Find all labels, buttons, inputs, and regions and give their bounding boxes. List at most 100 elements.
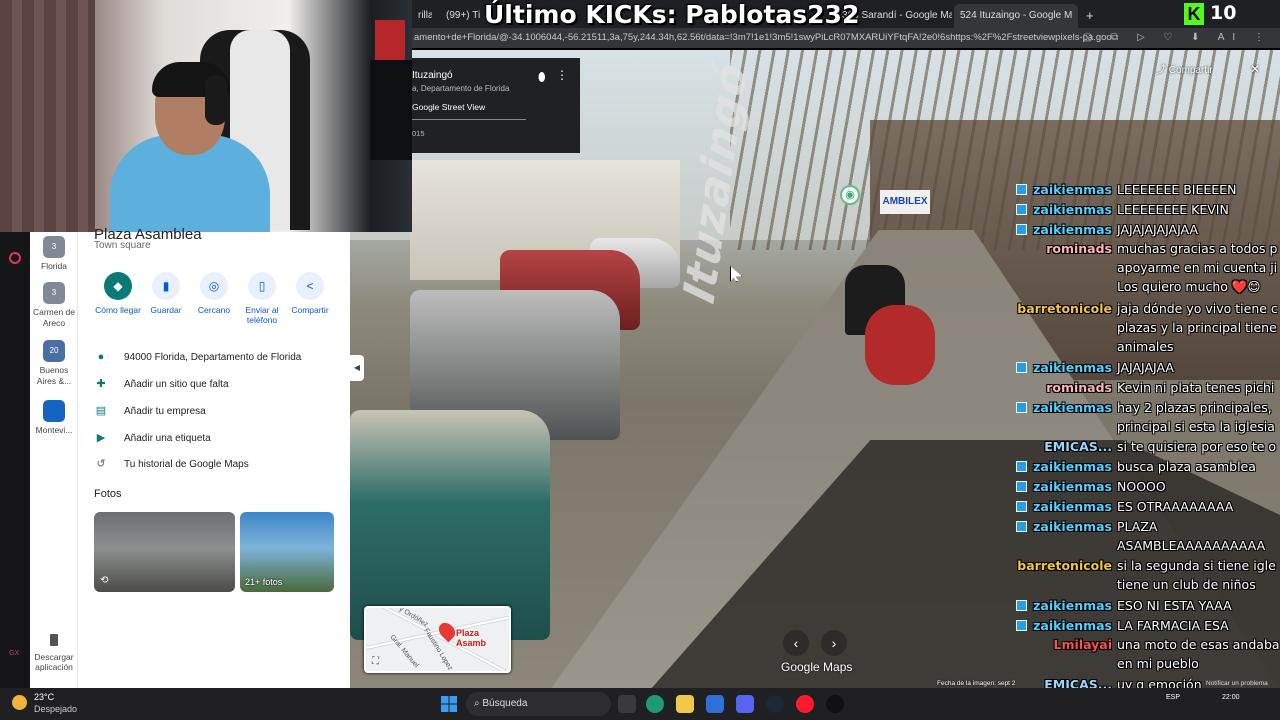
chat-username[interactable]: rominads	[1046, 239, 1112, 258]
recent-place[interactable]: 3 Florida	[30, 236, 78, 272]
store-sign: AMBILEX	[880, 190, 930, 214]
tab-label: (99+) Ti	[446, 10, 481, 21]
more-photos-thumbnail[interactable]: 21+ fotos	[240, 512, 334, 592]
recent-thumb: 3	[43, 236, 65, 258]
recent-place[interactable]: 3 Carmen de Areco	[30, 282, 78, 329]
kick-logo-icon: K	[1184, 3, 1204, 25]
chat-username[interactable]: zaikienmas	[1033, 517, 1112, 536]
collapse-panel-button[interactable]: ◀	[350, 355, 364, 381]
place-type: Town square	[94, 240, 151, 251]
chat-username[interactable]: barretonicole	[1017, 299, 1112, 318]
download-app-button[interactable]: Descargar aplicación	[30, 634, 78, 672]
row-text: Tu historial de Google Maps	[124, 459, 249, 470]
poster	[375, 20, 405, 60]
file-explorer-icon[interactable]	[676, 695, 694, 713]
steam-icon[interactable]	[766, 695, 784, 713]
place-marker-icon[interactable]: ◉	[840, 185, 860, 205]
recent-thumb: 20	[43, 340, 65, 362]
chat-username[interactable]: zaikienmas	[1033, 398, 1112, 417]
chat-username[interactable]: rominads	[1046, 378, 1112, 397]
discord-icon[interactable]	[736, 695, 754, 713]
chat-username[interactable]: zaikienmas	[1033, 358, 1112, 377]
share-button[interactable]: ⤴ Compartir	[1156, 62, 1213, 80]
recent-thumb	[43, 400, 65, 422]
language-indicator[interactable]: ESP	[1166, 693, 1180, 703]
close-icon[interactable]: ✕	[1250, 62, 1260, 76]
add-label-row[interactable]: ▶ Añadir una etiqueta	[94, 429, 344, 447]
chat-username[interactable]: zaikienmas	[1033, 596, 1112, 615]
address-row[interactable]: ● 94000 Florida, Departamento de Florida	[94, 348, 344, 366]
pin-icon[interactable]: ⬮	[538, 70, 546, 85]
chat-username[interactable]: zaikienmas	[1033, 180, 1112, 199]
chat-badge-icon	[1016, 481, 1027, 492]
opera-gx-icon[interactable]	[796, 695, 814, 713]
recent-place[interactable]: Montevi...	[30, 400, 78, 436]
chat-badge-icon	[1016, 184, 1027, 195]
headset	[205, 75, 227, 125]
chat-username[interactable]: zaikienmas	[1033, 477, 1112, 496]
capture-date: 015	[412, 129, 425, 138]
expand-icon[interactable]: ⛶	[372, 656, 379, 667]
chat-username[interactable]: barretonicole	[1017, 556, 1112, 575]
windows-start-icon[interactable]	[441, 696, 457, 712]
edge-browser-icon[interactable]	[646, 695, 664, 713]
download-label: Descargar aplicación	[34, 652, 74, 672]
chat-text: busca plaza asamblea	[1117, 459, 1256, 475]
weather-moon-icon[interactable]	[12, 695, 27, 710]
browser-tab-active[interactable]: 524 Ituzaingo - Google M	[954, 4, 1078, 28]
saved-icon[interactable]	[9, 252, 21, 264]
chat-username[interactable]: Lmilayai	[1054, 635, 1112, 654]
add-business-row[interactable]: ▤ Añadir tu empresa	[94, 402, 344, 420]
divider	[412, 119, 526, 120]
photos-count: 21+ fotos	[245, 577, 283, 587]
photo-thumbnail[interactable]: ⟲	[94, 512, 235, 592]
temperature[interactable]: 23°C	[34, 692, 54, 702]
tab-label: 524 Ituzaingo - Google M	[960, 10, 1073, 21]
gx-icon[interactable]: GX	[9, 650, 19, 657]
place-details-panel: Plaza Asamblea Town square ◆ Cómo llegar…	[78, 226, 350, 688]
chat-username[interactable]: zaikienmas	[1033, 497, 1112, 516]
ai-button[interactable]: AI	[1218, 32, 1243, 43]
stream-title: Último KICKs: Pablotas232	[484, 0, 860, 29]
nearby-icon: ◎	[200, 272, 228, 300]
chat-badge-icon	[1016, 203, 1027, 215]
toolbar-icons[interactable]: ▢ ⧉ ▷ ♡ ⬇ AI ⋮	[1083, 28, 1272, 48]
previous-arrow-icon[interactable]: ‹	[783, 630, 809, 656]
store-icon[interactable]	[706, 695, 724, 713]
add-missing-place-row[interactable]: ✚ Añadir un sitio que falta	[94, 375, 344, 393]
next-arrow-icon[interactable]: ›	[821, 630, 847, 656]
row-text: Añadir un sitio que falta	[124, 379, 229, 390]
share-place-button[interactable]: < Compartir	[280, 272, 340, 315]
mini-map[interactable]: e y Ordóñez Faustino Lopez Gral. Manuel …	[364, 606, 511, 673]
street-view-source[interactable]: Google Street View	[412, 102, 485, 112]
chat-badge-icon	[1016, 599, 1027, 611]
maps-nav-rail: GX	[0, 232, 30, 688]
row-text: Añadir una etiqueta	[124, 433, 211, 444]
taskbar-search[interactable]: ⌕ Búsqueda	[466, 692, 611, 716]
address-bar[interactable]: amento+de+Florida/@-34.1006044,-56.21511…	[412, 28, 1280, 48]
weather-description[interactable]: Despejado	[34, 704, 77, 714]
tab-label: rilla	[418, 10, 432, 21]
recent-place[interactable]: 20 Buenos Aires &...	[30, 340, 78, 387]
more-options-icon[interactable]: ⋮	[556, 68, 568, 82]
add-place-icon: ✚	[96, 378, 106, 390]
red-motorcycle	[865, 305, 935, 385]
task-view-icon[interactable]	[618, 695, 636, 713]
chat-username[interactable]: EMICAS...	[1044, 437, 1112, 456]
directions-icon: ◆	[104, 272, 132, 300]
clock[interactable]: 22:00	[1222, 693, 1240, 703]
webcam-overlay	[0, 0, 412, 232]
chat-badge-icon	[1016, 619, 1027, 631]
chat-username[interactable]: zaikienmas	[1033, 616, 1112, 635]
chat-badge-icon	[1016, 223, 1027, 235]
recent-places: 3 Florida 3 Carmen de Areco 20 Buenos Ai…	[30, 232, 78, 688]
chat-text: LA FARMACIA ESA	[1117, 617, 1229, 633]
obs-icon[interactable]	[826, 695, 844, 713]
maps-history-row[interactable]: ↺ Tu historial de Google Maps	[94, 455, 344, 473]
browser-tab[interactable]: rilla	[412, 4, 432, 28]
chat-username[interactable]: zaikienmas	[1033, 457, 1112, 476]
chat-username[interactable]: zaikienmas	[1033, 200, 1112, 219]
chat-text: jaja dónde yo vivo tiene c plazas y la p…	[1117, 300, 1278, 354]
chat-username[interactable]: zaikienmas	[1033, 220, 1112, 239]
new-tab-button[interactable]: +	[1080, 4, 1096, 28]
